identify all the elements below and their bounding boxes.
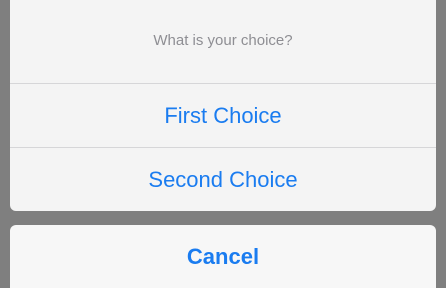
action-sheet-title: What is your choice? xyxy=(10,0,436,84)
cancel-button[interactable]: Cancel xyxy=(10,225,436,288)
first-choice-button[interactable]: First Choice xyxy=(10,84,436,148)
second-choice-button[interactable]: Second Choice xyxy=(10,148,436,211)
action-sheet: What is your choice? First Choice Second… xyxy=(10,0,436,211)
